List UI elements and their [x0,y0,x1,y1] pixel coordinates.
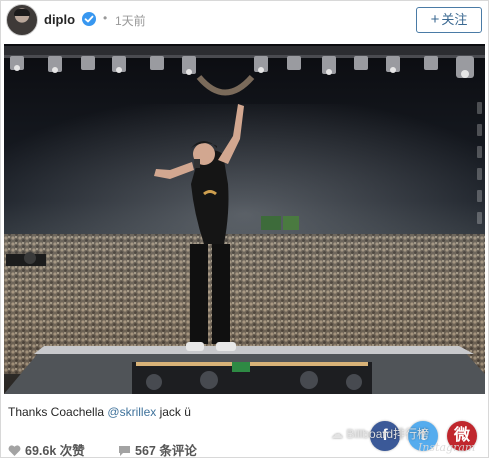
instagram-watermark: Instagram [418,441,476,454]
caption-suffix: jack ü [156,405,191,419]
comments-stat[interactable]: 567 条评论 [118,440,197,460]
username[interactable]: diplo [44,12,75,27]
follow-button-label: 关注 [441,12,468,27]
wechat-icon: ☁ [331,427,343,441]
user-avatar[interactable] [6,4,38,36]
comments-count: 567 [135,444,156,458]
follow-button[interactable]: + 关注 [416,7,482,33]
likes-stat[interactable]: 69.6k 次赞 [8,440,85,460]
separator-dot: • [103,11,108,25]
watermark-label: Billboard排行榜 [346,427,430,441]
post-time: 1天前 [115,14,146,28]
post-header: diplo • 1天前 + 关注 [0,0,489,42]
mention-link[interactable]: @skrillex [107,405,156,419]
watermark-text: ☁ Billboard排行榜 [331,425,429,442]
likes-label: 次赞 [59,444,85,458]
side-panel-icons [477,102,485,262]
post-caption: Thanks Coachella @skrillex jack ü [8,405,191,419]
plus-icon: + [430,11,440,28]
likes-count: 69.6k [25,444,57,458]
caption-text: Thanks Coachella [8,405,108,419]
comments-label: 条评论 [159,444,197,458]
post-photo[interactable] [4,44,485,394]
verified-badge-icon [82,12,96,26]
